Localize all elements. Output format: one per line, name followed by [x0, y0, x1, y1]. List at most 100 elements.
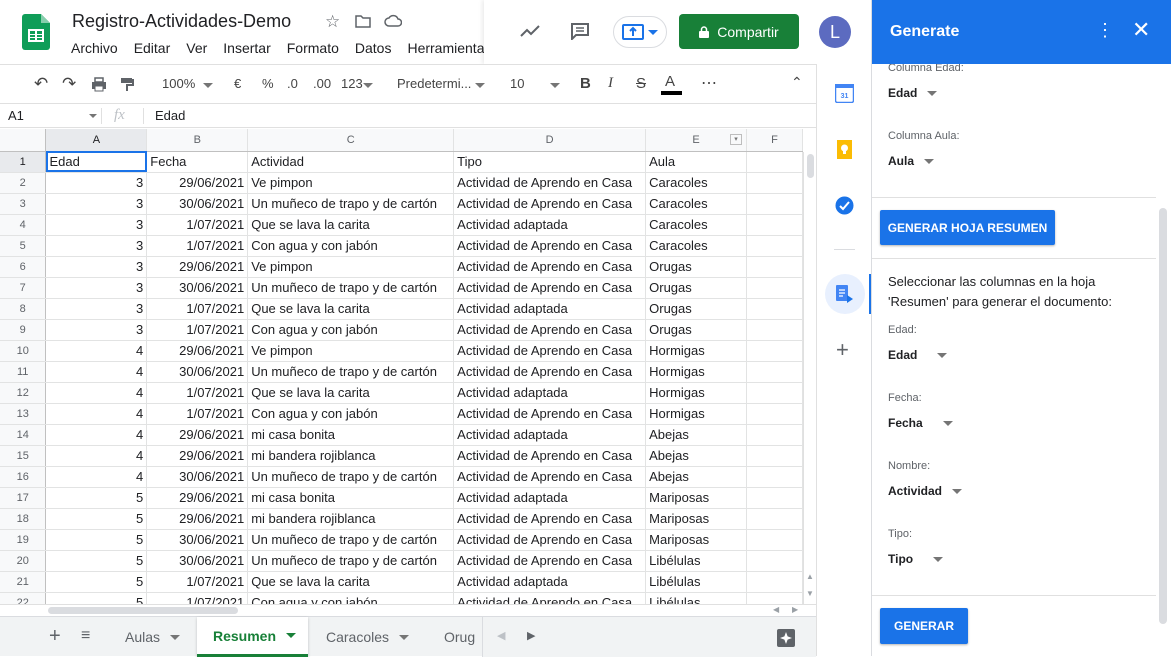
- grid-cell[interactable]: Abejas: [645, 466, 748, 488]
- grid-cell[interactable]: [746, 214, 803, 236]
- activity-trend-icon[interactable]: [520, 24, 540, 38]
- grid-cell[interactable]: 5: [45, 529, 148, 551]
- menu-ver[interactable]: Ver: [186, 40, 207, 56]
- grid-cell[interactable]: 3: [45, 172, 148, 194]
- grid-cell[interactable]: [746, 340, 803, 362]
- sheets-logo-icon[interactable]: [22, 14, 50, 50]
- generate-button[interactable]: GENERAR: [880, 608, 968, 644]
- grid-cell[interactable]: [746, 571, 803, 593]
- paint-format-icon[interactable]: [120, 77, 134, 92]
- grid-cell[interactable]: [746, 382, 803, 404]
- grid-cell[interactable]: Actividad de Aprendo en Casa: [453, 361, 647, 383]
- chevron-down-icon[interactable]: [363, 83, 373, 88]
- font-size-select[interactable]: 10: [510, 76, 524, 91]
- chevron-down-icon[interactable]: [89, 114, 97, 118]
- row-header[interactable]: 3: [0, 193, 47, 215]
- font-select[interactable]: Predetermi...: [397, 76, 471, 91]
- formula-input[interactable]: Edad: [155, 108, 185, 123]
- grid-cell[interactable]: Un muñeco de trapo y de cartón: [247, 550, 455, 572]
- grid-cell[interactable]: Caracoles: [645, 193, 748, 215]
- name-box[interactable]: A1: [8, 108, 24, 123]
- sheet-tab-aulas[interactable]: Aulas: [110, 617, 195, 657]
- menu-formato[interactable]: Formato: [287, 40, 339, 56]
- grid-cell[interactable]: [746, 529, 803, 551]
- grid-cell[interactable]: 4: [45, 361, 148, 383]
- currency-format-button[interactable]: €: [234, 76, 241, 91]
- grid-cell[interactable]: 1/07/2021: [146, 403, 249, 425]
- grid-cell[interactable]: Actividad de Aprendo en Casa: [453, 592, 647, 604]
- grid-cell[interactable]: Abejas: [645, 424, 748, 446]
- get-addons-icon[interactable]: +: [836, 337, 849, 363]
- more-formats-button[interactable]: 123: [341, 76, 363, 91]
- grid-cell[interactable]: 4: [45, 382, 148, 404]
- star-icon[interactable]: ☆: [325, 12, 340, 32]
- column-header[interactable]: E ▾: [645, 129, 748, 152]
- grid-cell[interactable]: Con agua y con jabón: [247, 319, 455, 341]
- spreadsheet-grid[interactable]: A B C D E ▾ F 1 Edad Fecha Actividad Tipo Aula…: [0, 129, 803, 604]
- row-header[interactable]: 4: [0, 214, 47, 236]
- row-header[interactable]: 21: [0, 571, 47, 593]
- scroll-thumb[interactable]: [807, 154, 814, 178]
- grid-cell[interactable]: Libélulas: [645, 592, 748, 604]
- row-header[interactable]: 20: [0, 550, 47, 572]
- row-header[interactable]: 22: [0, 592, 47, 604]
- column-header[interactable]: B: [146, 129, 249, 152]
- column-header[interactable]: F: [746, 129, 803, 152]
- account-avatar[interactable]: L: [819, 16, 851, 48]
- grid-cell[interactable]: Un muñeco de trapo y de cartón: [247, 529, 455, 551]
- nombre-select[interactable]: Actividad: [888, 484, 963, 498]
- grid-cell[interactable]: 4: [45, 424, 148, 446]
- grid-cell[interactable]: [746, 235, 803, 257]
- grid-cell[interactable]: [746, 466, 803, 488]
- fecha-select[interactable]: Fecha: [888, 416, 953, 430]
- grid-cell[interactable]: mi bandera rojiblanca: [247, 445, 455, 467]
- grid-cell[interactable]: [746, 550, 803, 572]
- grid-cell[interactable]: Actividad adaptada: [453, 298, 647, 320]
- grid-cell[interactable]: Actividad adaptada: [453, 487, 647, 509]
- grid-cell[interactable]: Actividad de Aprendo en Casa: [453, 235, 647, 257]
- print-icon[interactable]: [91, 77, 107, 92]
- grid-cell[interactable]: Mariposas: [645, 487, 748, 509]
- all-sheets-icon[interactable]: ≡: [81, 627, 90, 645]
- share-button[interactable]: Compartir: [679, 14, 799, 49]
- vertical-scrollbar[interactable]: ▲ ▼: [803, 152, 816, 604]
- grid-cell[interactable]: Un muñeco de trapo y de cartón: [247, 277, 455, 299]
- grid-cell[interactable]: Ve pimpon: [247, 256, 455, 278]
- grid-cell[interactable]: Hormigas: [645, 382, 748, 404]
- row-header[interactable]: 15: [0, 445, 47, 467]
- grid-cell[interactable]: 1/07/2021: [146, 214, 249, 236]
- grid-cell[interactable]: Orugas: [645, 256, 748, 278]
- grid-cell[interactable]: 29/06/2021: [146, 445, 249, 467]
- grid-cell[interactable]: Caracoles: [645, 214, 748, 236]
- present-button[interactable]: [613, 16, 667, 48]
- grid-cell[interactable]: 5: [45, 508, 148, 530]
- italic-button[interactable]: I: [608, 75, 613, 92]
- grid-cell[interactable]: Actividad de Aprendo en Casa: [453, 340, 647, 362]
- grid-cell[interactable]: 29/06/2021: [146, 172, 249, 194]
- row-header[interactable]: 12: [0, 382, 47, 404]
- grid-cell[interactable]: 3: [45, 298, 148, 320]
- grid-cell[interactable]: Libélulas: [645, 571, 748, 593]
- grid-cell[interactable]: 5: [45, 487, 148, 509]
- row-header[interactable]: 8: [0, 298, 47, 320]
- grid-cell[interactable]: Un muñeco de trapo y de cartón: [247, 193, 455, 215]
- grid-cell[interactable]: [746, 151, 803, 173]
- move-folder-icon[interactable]: [355, 14, 371, 28]
- grid-cell[interactable]: Actividad de Aprendo en Casa: [453, 319, 647, 341]
- horizontal-scrollbar[interactable]: ◀ ▶: [0, 604, 816, 616]
- tab-scroll-left-icon[interactable]: ◀: [497, 629, 505, 642]
- row-header[interactable]: 19: [0, 529, 47, 551]
- grid-cell[interactable]: Actividad de Aprendo en Casa: [453, 277, 647, 299]
- add-sheet-icon[interactable]: +: [49, 625, 61, 648]
- col-edad-select[interactable]: Edad: [888, 86, 938, 100]
- grid-cell[interactable]: 30/06/2021: [146, 466, 249, 488]
- close-icon[interactable]: ✕: [1132, 19, 1150, 41]
- grid-cell[interactable]: Ve pimpon: [247, 172, 455, 194]
- row-header[interactable]: 14: [0, 424, 47, 446]
- grid-cell[interactable]: 30/06/2021: [146, 550, 249, 572]
- scroll-right-icon[interactable]: ▶: [792, 605, 798, 614]
- grid-cell[interactable]: 5: [45, 592, 148, 604]
- grid-cell[interactable]: 30/06/2021: [146, 277, 249, 299]
- grid-cell[interactable]: Actividad de Aprendo en Casa: [453, 466, 647, 488]
- grid-cell[interactable]: Tipo: [453, 151, 647, 173]
